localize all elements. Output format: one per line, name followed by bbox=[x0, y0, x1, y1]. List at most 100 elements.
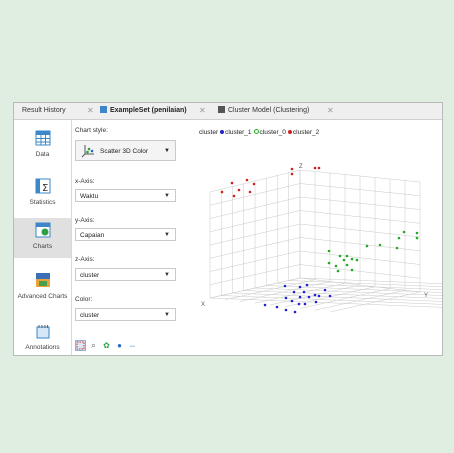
chart-style-value: Scatter 3D Color bbox=[100, 148, 149, 155]
scatter-point-cluster_0 bbox=[345, 254, 349, 258]
z-axis-title: Z bbox=[299, 164, 303, 170]
scatter-point-cluster_0 bbox=[415, 231, 419, 235]
sidebar-item-label: Annotations bbox=[25, 344, 60, 351]
scatter-point-cluster_0 bbox=[327, 261, 331, 265]
x-axis-value: Waktu bbox=[80, 193, 99, 200]
scatter-point-cluster_0 bbox=[327, 249, 331, 253]
chevron-down-icon: ▼ bbox=[164, 232, 170, 238]
sidebar-item-label: Advanced Charts bbox=[17, 293, 68, 300]
grid-line bbox=[314, 290, 406, 311]
scatter-point-cluster_1 bbox=[263, 303, 267, 307]
scatter-point-cluster_2 bbox=[313, 166, 317, 170]
tab-result-history[interactable]: Result History bbox=[22, 103, 66, 119]
chart-icon bbox=[35, 222, 50, 238]
fit-icon[interactable]: ⇔ bbox=[127, 340, 138, 351]
y-axis-label: y-Axis: bbox=[75, 217, 95, 224]
scatter-point-cluster_2 bbox=[220, 190, 224, 194]
scatter-point-cluster_0 bbox=[350, 268, 354, 272]
table-icon bbox=[100, 106, 107, 113]
scatter-point-cluster_1 bbox=[293, 310, 297, 314]
chart-style-select[interactable]: Scatter 3D Color ▼ bbox=[75, 140, 176, 161]
scatter-point-cluster_1 bbox=[302, 290, 306, 294]
grid-line bbox=[221, 295, 442, 305]
scatter-point-cluster_2 bbox=[290, 172, 294, 176]
scatter-point-cluster_0 bbox=[415, 236, 419, 240]
scatter-3d-icon bbox=[81, 145, 94, 158]
grid-line bbox=[329, 291, 421, 313]
plot-canvas[interactable]: Z X Y bbox=[192, 120, 442, 355]
chart-style-label: Chart style: bbox=[75, 127, 108, 134]
table-icon bbox=[35, 130, 50, 146]
y-axis-title: Y bbox=[424, 293, 428, 299]
scatter-point-cluster_0 bbox=[395, 246, 399, 250]
rotate-icon[interactable]: ✿ bbox=[101, 340, 112, 351]
y-axis-select[interactable]: Capaian ▼ bbox=[75, 228, 176, 241]
y-axis-value: Capaian bbox=[80, 232, 105, 239]
scatter-point-cluster_1 bbox=[284, 296, 288, 300]
scatter-point-cluster_1 bbox=[283, 284, 287, 288]
tab-label: Cluster Model (Clustering) bbox=[228, 107, 310, 114]
scatter-point-cluster_2 bbox=[317, 166, 321, 170]
view-sidebar: Data Σ Statistics Charts Advanced Charts… bbox=[14, 120, 72, 355]
scatter-point-cluster_0 bbox=[334, 264, 338, 268]
tab-label: ExampleSet (penilaian) bbox=[110, 107, 187, 114]
scatter-point-cluster_2 bbox=[248, 190, 252, 194]
x-axis-title: X bbox=[201, 302, 205, 308]
select-zoom-icon[interactable] bbox=[75, 340, 86, 351]
z-axis-value: cluster bbox=[80, 272, 100, 279]
color-icon[interactable]: ● bbox=[114, 340, 125, 351]
scatter-point-cluster_0 bbox=[342, 258, 346, 262]
tab-cluster-model[interactable]: Cluster Model (Clustering) bbox=[218, 103, 309, 119]
tab-label: Result History bbox=[22, 107, 66, 114]
scatter-point-cluster_1 bbox=[313, 293, 317, 297]
x-axis-label: x-Axis: bbox=[75, 178, 95, 185]
sidebar-item-label: Statistics bbox=[29, 199, 56, 206]
scatter-point-cluster_1 bbox=[317, 294, 321, 298]
scatter-point-cluster_2 bbox=[237, 188, 241, 192]
tab-exampleset[interactable]: ExampleSet (penilaian) bbox=[100, 103, 187, 119]
scatter-point-cluster_1 bbox=[328, 294, 332, 298]
scatter-point-cluster_2 bbox=[252, 182, 256, 186]
model-icon bbox=[218, 106, 225, 113]
scatter-point-cluster_0 bbox=[336, 269, 340, 273]
sidebar-item-advanced-charts[interactable]: Advanced Charts bbox=[14, 272, 71, 300]
scatter-point-cluster_1 bbox=[307, 295, 311, 299]
scatter-point-cluster_2 bbox=[245, 178, 249, 182]
scatter-point-cluster_1 bbox=[323, 288, 327, 292]
color-select[interactable]: cluster ▼ bbox=[75, 308, 176, 321]
scatter-point-cluster_0 bbox=[350, 257, 354, 261]
chart-settings-panel: Chart style: Scatter 3D Color ▼ x-Axis: … bbox=[75, 120, 191, 355]
scatter-point-cluster_2 bbox=[290, 167, 294, 171]
close-icon[interactable]: ✕ bbox=[87, 103, 94, 119]
close-icon[interactable]: ✕ bbox=[199, 103, 206, 119]
sidebar-item-data[interactable]: Data bbox=[14, 130, 71, 158]
scatter-point-cluster_1 bbox=[314, 300, 318, 304]
scatter-point-cluster_2 bbox=[230, 181, 234, 185]
scatter-point-cluster_0 bbox=[378, 243, 382, 247]
color-value: cluster bbox=[80, 312, 100, 319]
x-axis-select[interactable]: Waktu ▼ bbox=[75, 189, 176, 202]
scatter-point-cluster_1 bbox=[298, 295, 302, 299]
z-axis-select[interactable]: cluster ▼ bbox=[75, 268, 176, 281]
chevron-down-icon: ▼ bbox=[164, 193, 170, 199]
sidebar-item-annotations[interactable]: Annotations bbox=[14, 323, 71, 351]
chevron-down-icon: ▼ bbox=[164, 312, 170, 318]
sidebar-item-statistics[interactable]: Σ Statistics bbox=[14, 178, 71, 206]
sidebar-item-label: Data bbox=[35, 151, 50, 158]
scatter-point-cluster_0 bbox=[365, 244, 369, 248]
scatter-point-cluster_1 bbox=[290, 299, 294, 303]
results-window: Result History ✕ ExampleSet (penilaian) … bbox=[13, 102, 443, 356]
chevron-down-icon: ▼ bbox=[164, 148, 170, 154]
z-axis-label: z-Axis: bbox=[75, 256, 95, 263]
chevron-down-icon: ▼ bbox=[164, 272, 170, 278]
scatter-3d-plot: cluster cluster_1 cluster_0 cluster_2 Z X Y bbox=[192, 120, 442, 355]
sidebar-item-charts[interactable]: Charts bbox=[14, 218, 71, 258]
zoom-icon[interactable]: ⌕ bbox=[88, 340, 99, 351]
scatter-point-cluster_1 bbox=[298, 285, 302, 289]
scatter-point-cluster_1 bbox=[303, 302, 307, 306]
svg-text:Σ: Σ bbox=[42, 183, 48, 194]
close-icon[interactable]: ✕ bbox=[327, 103, 334, 119]
sidebar-item-label: Charts bbox=[32, 243, 53, 250]
scatter-point-cluster_0 bbox=[338, 254, 342, 258]
advanced-chart-icon bbox=[35, 273, 50, 287]
